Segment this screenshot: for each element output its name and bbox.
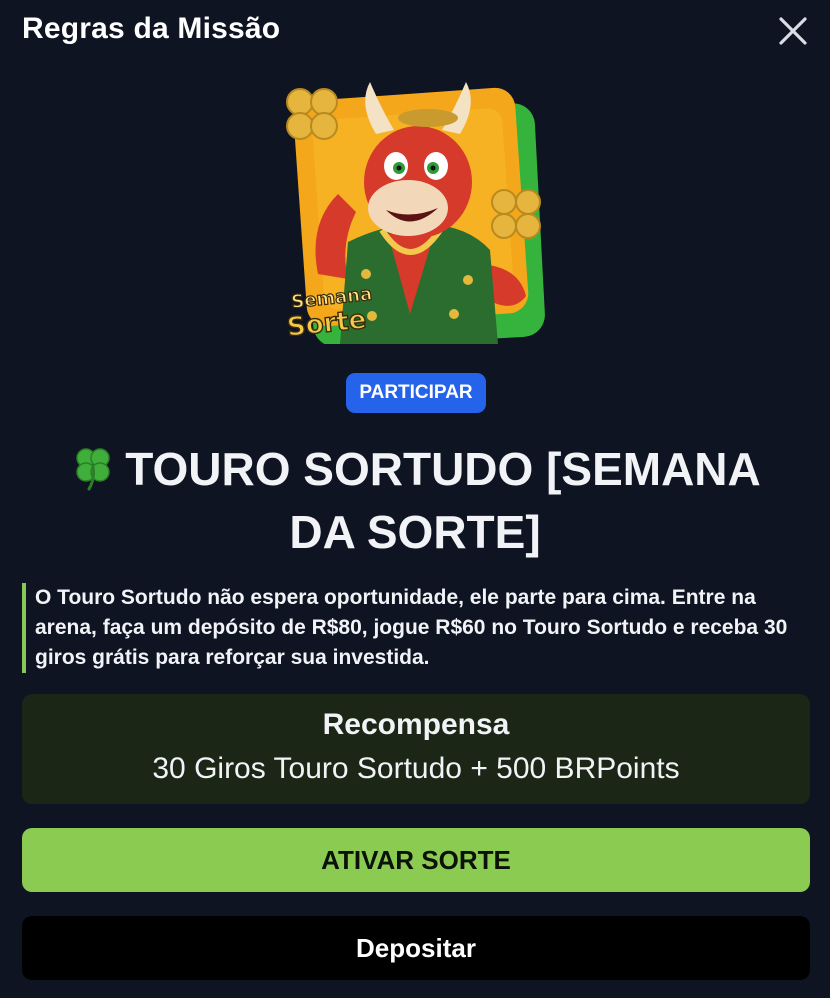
- mission-description: O Touro Sortudo não espera oportunidade,…: [22, 583, 802, 673]
- close-button[interactable]: [772, 10, 814, 52]
- reward-card: Recompensa 30 Giros Touro Sortudo + 500 …: [22, 694, 810, 804]
- four-leaf-clover-icon: [76, 448, 110, 491]
- participate-badge[interactable]: PARTICIPAR: [346, 373, 486, 413]
- mission-title: TOURO SORTUDO [SEMANA DA SORTE]: [40, 438, 790, 564]
- reward-heading: Recompensa: [322, 708, 510, 741]
- activate-luck-button[interactable]: ATIVAR SORTE: [22, 828, 810, 892]
- mission-hero-image: Semana Sorte: [278, 74, 550, 347]
- mission-title-text: TOURO SORTUDO [SEMANA DA SORTE]: [125, 443, 761, 558]
- deposit-button[interactable]: Depositar: [22, 916, 810, 980]
- reward-value: 30 Giros Touro Sortudo + 500 BRPoints: [152, 752, 680, 785]
- close-icon: [779, 17, 807, 45]
- modal-title: Regras da Missão: [22, 12, 281, 45]
